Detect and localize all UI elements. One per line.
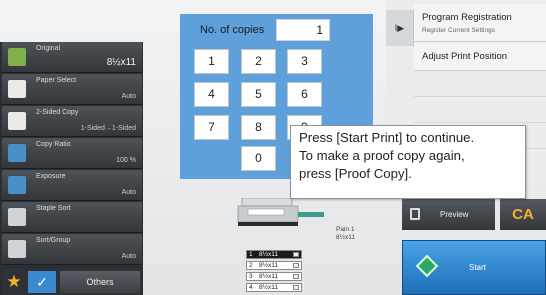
- key-5[interactable]: 5: [241, 82, 276, 107]
- start-icon: [415, 254, 439, 278]
- copies-label: No. of copies: [200, 24, 265, 36]
- sort-group-button[interactable]: Sort/Group Auto: [2, 234, 142, 265]
- sort-group-value: Auto: [121, 253, 136, 260]
- start-label: Start: [469, 263, 486, 272]
- function-panel: Original 8½x11 Paper Select Auto 2-Sided…: [0, 42, 143, 295]
- tray-number: 3: [249, 273, 253, 280]
- staple-sort-icon: [8, 208, 26, 226]
- tray-size: 8½x11: [259, 273, 279, 280]
- key-6[interactable]: 6: [287, 82, 322, 107]
- key-1[interactable]: 1: [194, 49, 229, 74]
- tray-number: 1: [249, 251, 253, 258]
- sort-group-icon: [8, 240, 26, 258]
- bottom-bar: ★ ✓ Others: [2, 268, 142, 295]
- exposure-icon: [8, 176, 26, 194]
- others-button[interactable]: Others: [60, 271, 140, 293]
- tray-number: 2: [249, 262, 253, 269]
- paper-select-icon: [8, 80, 26, 98]
- sort-group-label: Sort/Group: [36, 237, 71, 244]
- machine-illustration: [237, 198, 324, 226]
- key-7[interactable]: 7: [194, 115, 229, 140]
- two-sided-value: 1-Sided→1-Sided: [80, 125, 136, 132]
- message-line-1: Press [Start Print] to continue.: [299, 130, 475, 145]
- paper-tray-name: Pain 1: [336, 226, 355, 233]
- key-2[interactable]: 2: [241, 49, 276, 74]
- tray-size: 8½x11: [259, 262, 279, 269]
- copy-screen: Original 8½x11 Paper Select Auto 2-Sided…: [0, 0, 546, 295]
- clear-all-button[interactable]: CA: [500, 199, 546, 230]
- divider: [414, 96, 546, 97]
- preview-button[interactable]: Preview: [402, 199, 495, 230]
- tray-1[interactable]: 1 8½x11: [246, 250, 302, 259]
- original-value: 8½x11: [106, 57, 136, 68]
- key-0[interactable]: 0: [241, 146, 276, 171]
- preview-label: Preview: [440, 210, 469, 219]
- message-line-3: press [Proof Copy].: [299, 166, 412, 181]
- paper-stack-icon: [293, 274, 299, 279]
- copy-ratio-value: 100 %: [116, 157, 136, 164]
- paper-select-button[interactable]: Paper Select Auto: [2, 74, 142, 105]
- paper-size-label: 8½x11: [336, 234, 356, 241]
- star-icon[interactable]: ★: [4, 272, 24, 292]
- original-icon: [8, 48, 26, 66]
- paper-select-value: Auto: [121, 93, 136, 100]
- proof-copy-message: Press [Start Print] to continue. To make…: [290, 125, 526, 199]
- program-registration-label: Program Registration: [422, 12, 512, 23]
- staple-sort-button[interactable]: Staple Sort: [2, 202, 142, 233]
- tray-size: 8½x11: [259, 284, 279, 291]
- tray-2[interactable]: 2 8½x11: [246, 261, 302, 270]
- tray-3[interactable]: 3 8½x11: [246, 272, 302, 281]
- divider: [414, 122, 546, 123]
- paper-stack-icon: [293, 263, 299, 268]
- paper-stack-icon: [293, 285, 299, 290]
- copy-ratio-icon: [8, 144, 26, 162]
- copy-ratio-button[interactable]: Copy Ratio 100 %: [2, 138, 142, 169]
- copy-ratio-label: Copy Ratio: [36, 141, 71, 148]
- two-sided-copy-button[interactable]: 2-Sided Copy 1-Sided→1-Sided: [2, 106, 142, 137]
- program-registration-sub: Register Current Settings: [422, 27, 495, 34]
- paper-select-label: Paper Select: [36, 77, 77, 84]
- program-registration-button[interactable]: Program Registration Register Current Se…: [414, 4, 546, 42]
- original-label: Original: [36, 45, 61, 52]
- exposure-label: Exposure: [36, 173, 66, 180]
- key-3[interactable]: 3: [287, 49, 322, 74]
- exposure-value: Auto: [121, 189, 136, 196]
- exposure-button[interactable]: Exposure Auto: [2, 170, 142, 201]
- tray-number: 4: [249, 284, 253, 291]
- check-icon[interactable]: ✓: [28, 271, 56, 293]
- staple-sort-label: Staple Sort: [36, 205, 71, 212]
- tray-size: 8½x11: [259, 251, 279, 258]
- tray-4[interactable]: 4 8½x11: [246, 283, 302, 292]
- preview-icon: [410, 208, 420, 220]
- key-8[interactable]: 8: [241, 115, 276, 140]
- two-sided-label: 2-Sided Copy: [36, 109, 79, 116]
- key-4[interactable]: 4: [194, 82, 229, 107]
- two-sided-icon: [8, 112, 26, 130]
- paper-label: Pain 1 8½x11: [336, 226, 355, 242]
- start-button[interactable]: Start: [402, 240, 546, 295]
- panel-toggle-icon[interactable]: I▶: [386, 10, 414, 46]
- copies-display[interactable]: 1: [276, 19, 330, 41]
- adjust-print-position-button[interactable]: Adjust Print Position: [414, 43, 546, 71]
- original-button[interactable]: Original 8½x11: [2, 42, 142, 73]
- message-line-2: To make a proof copy again,: [299, 148, 465, 163]
- paper-stack-icon: [293, 252, 299, 257]
